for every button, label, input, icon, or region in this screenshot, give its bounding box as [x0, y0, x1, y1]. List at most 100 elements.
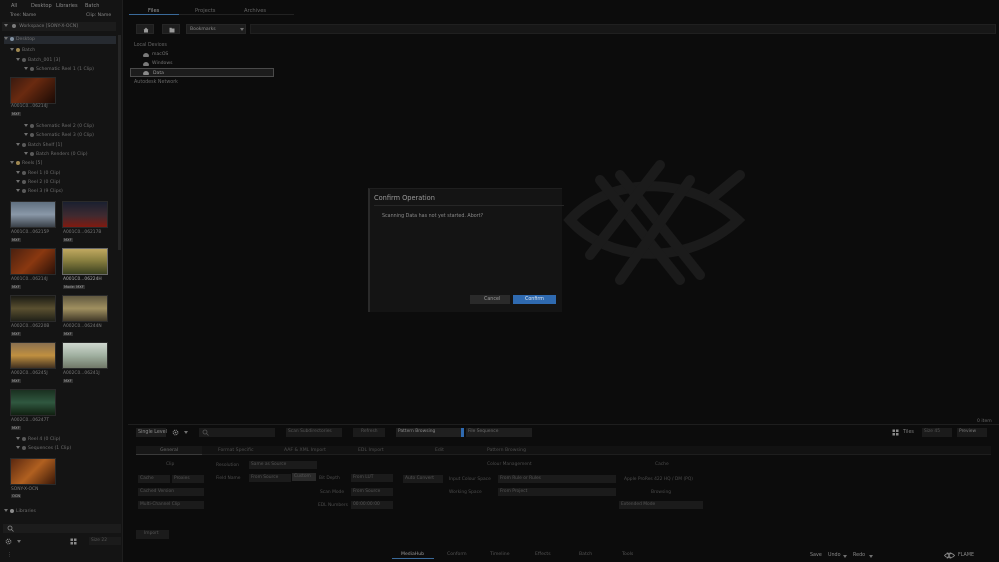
clip-name-column[interactable]: Clip: Name	[86, 13, 111, 18]
tree-scrollbar[interactable]	[118, 35, 121, 250]
import-button[interactable]: Import	[136, 530, 169, 539]
bottom-tab-conform[interactable]: Conform	[447, 552, 467, 557]
resolution-dropdown[interactable]: Same as Source	[249, 461, 317, 469]
workspace-row[interactable]: Workspace [SONY-X-OCN]	[2, 22, 116, 31]
clip-thumbnail[interactable]	[62, 295, 108, 322]
single-level-button[interactable]: Single Level	[136, 428, 167, 437]
home-button[interactable]	[136, 24, 154, 34]
field-name-dropdown[interactable]: From Source	[249, 474, 291, 482]
tiles-view-icon[interactable]	[892, 429, 899, 436]
library-search-input[interactable]	[3, 524, 121, 533]
chevron-down-icon[interactable]	[17, 540, 21, 543]
tree-item-reel-1[interactable]: Reel 1 (0 Clip)	[16, 170, 60, 178]
device-item-macos[interactable]: macOS	[141, 51, 273, 59]
clip-thumbnail[interactable]	[10, 248, 56, 275]
cached-version-button[interactable]: Cached Version	[138, 488, 204, 496]
sequence-thumbnail[interactable]	[10, 458, 56, 485]
tab-files[interactable]: Files	[129, 3, 179, 15]
clip-thumbnail[interactable]	[10, 201, 56, 228]
search-icon	[7, 525, 14, 532]
undo-button[interactable]: Undo	[828, 553, 841, 558]
preview-button[interactable]: Preview	[957, 428, 987, 437]
bottom-tab-tools[interactable]: Tools	[622, 552, 633, 557]
clip-thumbnail[interactable]	[62, 201, 108, 228]
tab-desktop[interactable]: Desktop	[31, 3, 52, 9]
tree-item-libraries[interactable]: Libraries	[4, 508, 36, 516]
tiles-label[interactable]: Tiles	[903, 430, 914, 435]
tab-libraries[interactable]: Libraries	[56, 3, 78, 9]
settings-tab-aaf-xml[interactable]: AAF & XML Import	[284, 448, 326, 453]
browse-mode-dropdown[interactable]: Extended Mode	[619, 501, 703, 509]
tree-item-schematic-reel-2[interactable]: Schematic Reel 2 (0 Clip)	[24, 123, 94, 131]
tree-item-reels[interactable]: Reels [5]	[10, 160, 42, 168]
cache-button[interactable]: Cache	[138, 475, 170, 483]
tree-item-desktop[interactable]: Desktop	[4, 36, 116, 44]
redo-button[interactable]: Redo	[853, 553, 865, 558]
tile-size-field[interactable]: Size 45	[922, 428, 952, 437]
dialog-divider	[374, 205, 564, 206]
folder-button[interactable]	[162, 24, 180, 34]
tree-item-sequences[interactable]: Sequences (1 Clip)	[16, 445, 71, 453]
bottom-tab-timeline[interactable]: Timeline	[490, 552, 510, 557]
tree-item-batch-shelf[interactable]: Batch Shelf [1]	[16, 142, 62, 150]
scan-subdirectories-button[interactable]: Scan Subdirectories	[286, 428, 342, 437]
file-sequence-toggle[interactable]: File Sequence	[466, 428, 532, 437]
bottom-tab-mediahub[interactable]: MediaHub	[392, 550, 434, 559]
refresh-button[interactable]: Refresh	[353, 428, 385, 437]
settings-tab-general[interactable]: General	[136, 446, 202, 455]
device-item-windows[interactable]: Windows	[141, 60, 273, 68]
bookmarks-dropdown[interactable]: Bookmarks	[186, 24, 246, 34]
tree-item-batch-001[interactable]: Batch_001 [3]	[16, 57, 60, 65]
tree-item-reel-3[interactable]: Reel 3 (9 Clips)	[16, 188, 63, 196]
tree-item-reel-4[interactable]: Reel 4 (0 Clip)	[16, 436, 60, 444]
tree-item-batch-renders[interactable]: Batch Renders (0 Clip)	[24, 151, 88, 159]
thumbnail-size-field[interactable]: Size 22	[89, 537, 121, 545]
clip-thumbnail-selected[interactable]	[62, 248, 108, 275]
tree-item-schematic-reel-1[interactable]: Schematic Reel 1 (1 Clip)	[24, 66, 94, 74]
edl-numbers-field[interactable]: 00:00:00:00	[351, 501, 393, 509]
tree-item-schematic-reel-3[interactable]: Schematic Reel 3 (0 Clip)	[24, 132, 94, 140]
settings-tab-edit[interactable]: Edit	[435, 448, 444, 453]
gear-icon[interactable]	[5, 538, 12, 545]
tree-item-batch[interactable]: Batch	[10, 47, 35, 55]
tab-batch[interactable]: Batch	[85, 3, 99, 9]
tree-name-column[interactable]: Tree: Name	[10, 13, 36, 18]
tab-all[interactable]: All	[11, 3, 17, 9]
save-button[interactable]: Save	[810, 553, 822, 558]
auto-convert-button[interactable]: Auto Convert	[403, 475, 443, 483]
confirm-button[interactable]: Confirm	[513, 295, 556, 304]
bit-depth-dropdown[interactable]: From LUT	[351, 474, 393, 482]
pattern-browsing-toggle[interactable]: Pattern Browsing	[396, 428, 462, 437]
custom-button[interactable]: Custom	[292, 473, 316, 481]
bottom-tab-effects[interactable]: Effects	[535, 552, 551, 557]
path-field[interactable]	[250, 24, 996, 34]
clip-thumbnail[interactable]	[10, 295, 56, 322]
cancel-button[interactable]: Cancel	[470, 295, 510, 304]
grid-view-icon[interactable]	[70, 538, 77, 545]
gear-icon[interactable]	[172, 429, 179, 436]
tree-item-reel-2[interactable]: Reel 2 (0 Clip)	[16, 179, 60, 187]
settings-tab-pattern-browsing[interactable]: Pattern Browsing	[487, 448, 526, 453]
settings-tab-edl-import[interactable]: EDL Import	[358, 448, 384, 453]
field-name-label: Field Name	[216, 476, 241, 481]
chevron-down-icon[interactable]	[843, 555, 847, 558]
tab-archives[interactable]: Archives	[244, 8, 266, 14]
vertical-dots-icon[interactable]: ⋮	[7, 552, 12, 558]
input-colour-space-dropdown[interactable]: From Rule or Rules	[498, 475, 616, 483]
working-space-dropdown[interactable]: From Project	[498, 488, 616, 496]
chevron-down-icon[interactable]	[869, 555, 873, 558]
chevron-down-icon[interactable]	[184, 431, 188, 434]
device-item-data[interactable]: Data	[130, 68, 274, 77]
network-header[interactable]: Autodesk Network	[134, 80, 178, 85]
clip-thumbnail[interactable]	[10, 342, 56, 369]
bottom-tab-batch[interactable]: Batch	[579, 552, 592, 557]
tab-projects[interactable]: Projects	[195, 8, 215, 14]
proxies-button[interactable]: Proxies	[172, 475, 204, 483]
clip-thumbnail[interactable]	[62, 342, 108, 369]
file-filter-input[interactable]	[199, 428, 275, 437]
clip-thumbnail[interactable]	[10, 389, 56, 416]
settings-tab-format-specific[interactable]: Format Specific	[218, 448, 254, 453]
multi-channel-clip-button[interactable]: Multi-Channel Clip	[138, 501, 204, 509]
clip-thumbnail[interactable]	[10, 77, 56, 104]
scan-mode-dropdown[interactable]: From Source	[351, 488, 393, 496]
